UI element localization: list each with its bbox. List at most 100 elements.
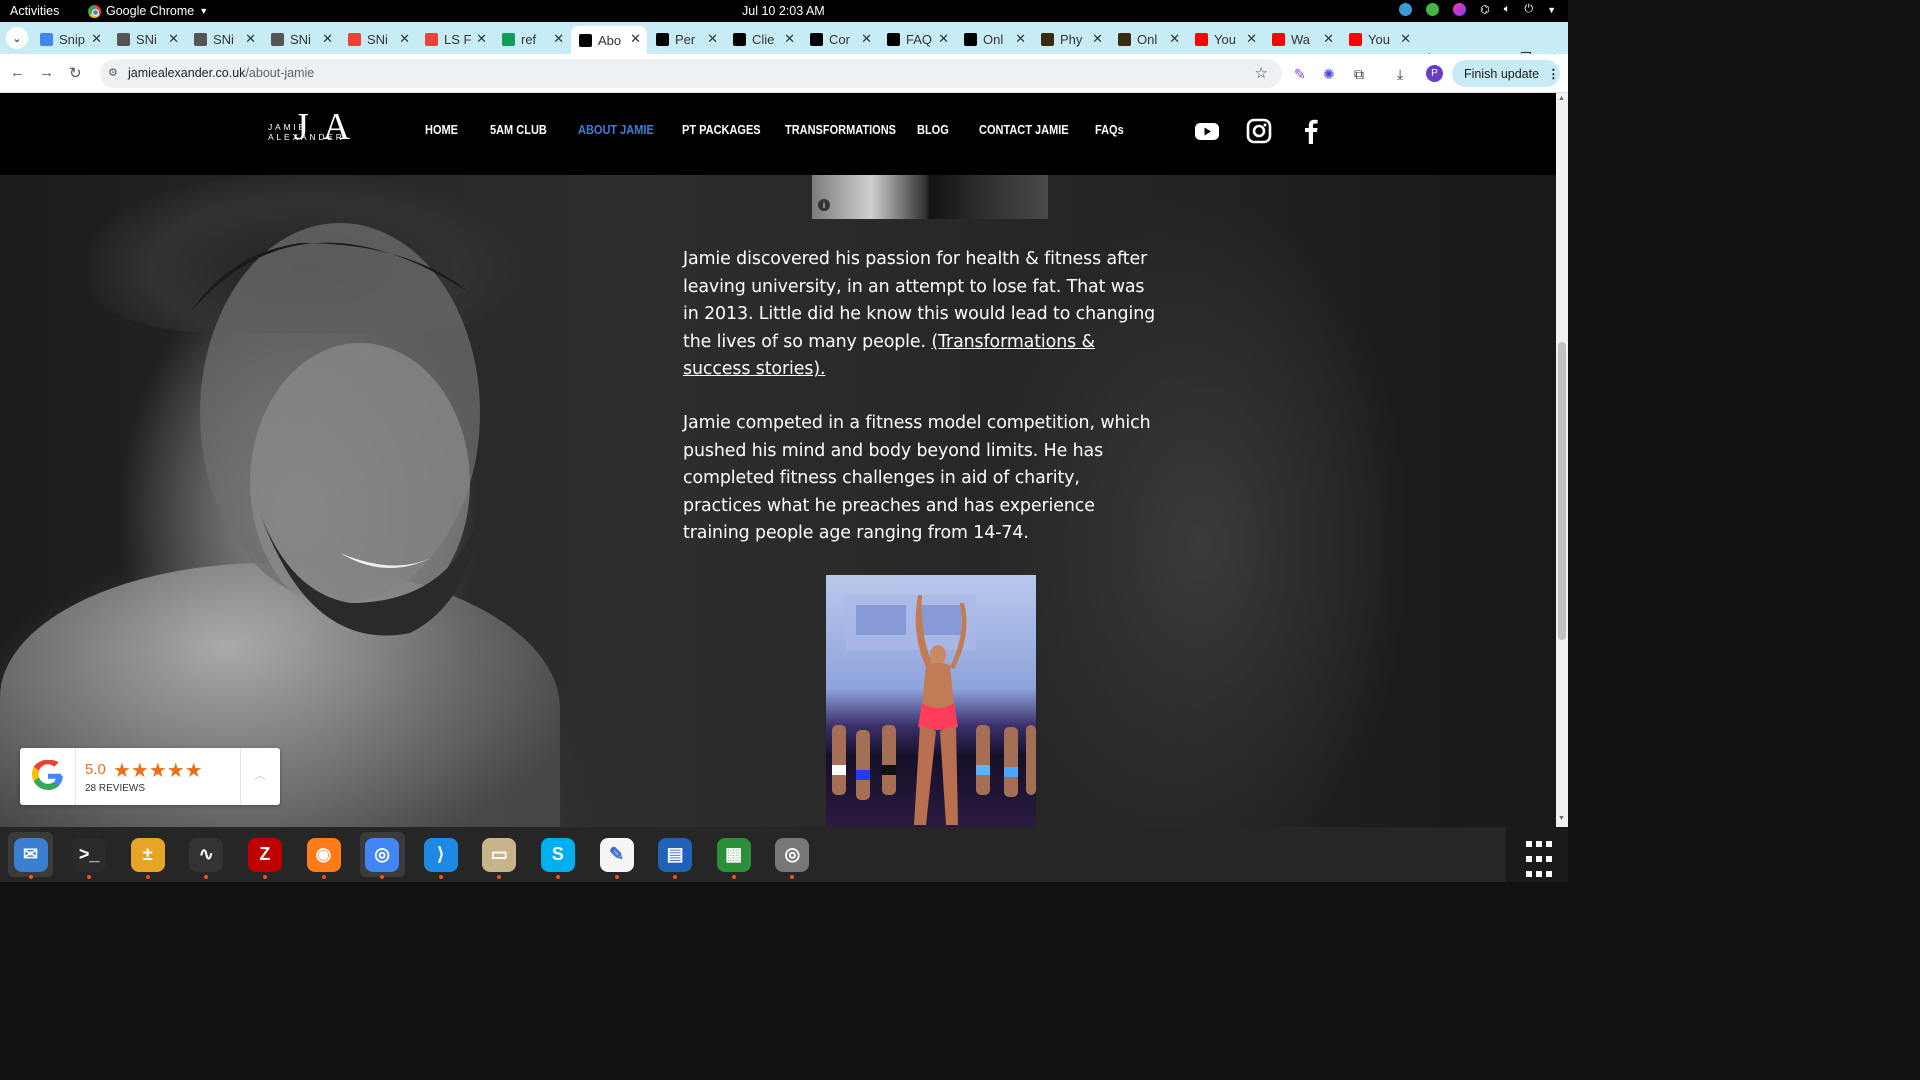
nav-item-home[interactable]: HOME [425, 123, 458, 137]
sync-icon[interactable] [1399, 3, 1413, 16]
nav-item-5am-club[interactable]: 5AM CLUB [490, 123, 547, 137]
google-reviews-widget[interactable]: 5.0 ★★★★★ 28 REVIEWS ︿ [20, 748, 280, 805]
tab[interactable]: You ✕ [1187, 26, 1263, 52]
text-editor-icon[interactable]: ✎ [594, 832, 639, 879]
tab-search-button[interactable]: ⌄ [6, 27, 28, 49]
tab-close-icon[interactable]: ✕ [91, 31, 102, 47]
finish-update-button[interactable]: Finish update ⋮ [1452, 60, 1560, 87]
facebook-icon[interactable] [1298, 118, 1324, 144]
tab-title: Snip [59, 31, 86, 47]
extensions-icon[interactable]: ⧉ [1354, 66, 1369, 82]
chrome-icon[interactable]: ◎ [359, 832, 405, 879]
site-logo[interactable]: JA JAMIE ALEXANDER [268, 105, 384, 148]
site-info-icon[interactable]: ⚙ [108, 66, 122, 80]
tab-close-icon[interactable]: ✕ [1169, 31, 1180, 47]
download-icon[interactable]: ⤓ [1397, 66, 1412, 82]
info-icon[interactable]: i [818, 199, 830, 211]
tab[interactable]: Abo ✕ [571, 26, 647, 54]
nav-item-transformations[interactable]: TRANSFORMATIONS [785, 123, 896, 137]
reload-icon[interactable]: ↻ [69, 64, 82, 82]
network-icon[interactable]: ⌬ [1480, 3, 1490, 16]
gallery-photo-top[interactable]: i [812, 175, 1048, 219]
tab[interactable]: SNi ✕ [263, 26, 339, 52]
address-bar[interactable]: ⚙ jamiealexander.co.uk/about-jamie ☆ [100, 59, 1282, 88]
system-tray[interactable]: ⌬ 🔈︎ ⏻ ▼ [1399, 3, 1556, 16]
firefox-icon[interactable]: ◉ [301, 832, 346, 879]
tab-close-icon[interactable]: ✕ [1092, 31, 1103, 47]
google-g-icon [32, 760, 63, 790]
tab-close-icon[interactable]: ✕ [861, 31, 872, 47]
tab-close-icon[interactable]: ✕ [245, 31, 256, 47]
tab[interactable]: Wa ✕ [1264, 26, 1340, 52]
disk-icon[interactable]: ◎ [770, 832, 815, 879]
activities-button[interactable]: Activities [10, 4, 59, 18]
tab-close-icon[interactable]: ✕ [1400, 31, 1411, 47]
divider [240, 748, 241, 805]
terminal-icon[interactable]: >_ [67, 832, 112, 879]
tab-close-icon[interactable]: ✕ [1015, 31, 1026, 47]
chevron-down-icon[interactable]: ▼ [1547, 5, 1556, 15]
tab-close-icon[interactable]: ✕ [399, 31, 410, 47]
files-icon[interactable]: ▭ [477, 832, 522, 879]
tab[interactable]: FAQ ✕ [879, 26, 955, 52]
url-text[interactable]: jamiealexander.co.uk/about-jamie [128, 66, 314, 80]
instagram-icon[interactable] [1246, 118, 1272, 144]
vscode-icon[interactable]: ⟩ [418, 832, 463, 879]
check-icon[interactable] [1426, 3, 1440, 16]
chevron-up-icon[interactable]: ︿ [254, 766, 266, 783]
page-scrollbar-thumb[interactable] [1558, 342, 1566, 640]
show-apps-icon[interactable] [1506, 827, 1568, 882]
tab-close-icon[interactable]: ✕ [938, 31, 949, 47]
tab-close-icon[interactable]: ✕ [553, 31, 564, 47]
tab[interactable]: SNi ✕ [109, 26, 185, 52]
app-menu[interactable]: Google Chrome ▼ [88, 4, 208, 18]
libreoffice-calc-icon[interactable]: ▦ [711, 832, 756, 879]
libreoffice-writer-icon[interactable]: ▤ [653, 832, 698, 879]
back-icon[interactable]: ← [10, 64, 25, 81]
thunderbird-icon[interactable]: ✉ [8, 832, 53, 879]
filezilla-icon[interactable]: Z [242, 832, 287, 879]
tab-close-icon[interactable]: ✕ [1323, 31, 1334, 47]
scroll-down-arrow-icon[interactable]: ▼ [1558, 815, 1565, 822]
scroll-up-arrow-icon[interactable]: ▲ [1558, 95, 1565, 102]
color-picker-icon[interactable] [1453, 3, 1467, 16]
nav-item-blog[interactable]: BLOG [917, 123, 949, 137]
competition-photo[interactable] [826, 575, 1036, 827]
tab-close-icon[interactable]: ✕ [784, 31, 795, 47]
bookmark-star-icon[interactable]: ☆ [1255, 64, 1268, 82]
nav-item-faqs[interactable]: FAQs [1095, 123, 1124, 137]
tab[interactable]: Onl ✕ [1110, 26, 1186, 52]
settings-extension-icon[interactable]: ✺ [1323, 66, 1338, 82]
nav-item-about-jamie[interactable]: ABOUT JAMIE [578, 123, 654, 137]
tab[interactable]: SNi ✕ [186, 26, 262, 52]
nav-item-pt-packages[interactable]: PT PACKAGES [682, 123, 761, 137]
running-indicator [731, 875, 736, 879]
tab[interactable]: You ✕ [1341, 26, 1417, 52]
clock[interactable]: Jul 10 2:03 AM [742, 4, 825, 18]
tab[interactable]: Per ✕ [648, 26, 724, 52]
tab-close-icon[interactable]: ✕ [1246, 31, 1257, 47]
tab[interactable]: Clie ✕ [725, 26, 801, 52]
power-icon[interactable]: ⏻ [1524, 3, 1533, 16]
tab[interactable]: SNi ✕ [340, 26, 416, 52]
tab-close-icon[interactable]: ✕ [476, 31, 487, 47]
tab-close-icon[interactable]: ✕ [630, 31, 641, 47]
profile-avatar[interactable]: P [1426, 65, 1443, 82]
tab[interactable]: ref ✕ [494, 26, 570, 52]
tab-close-icon[interactable]: ✕ [168, 31, 179, 47]
volume-icon[interactable]: 🔈︎ [1504, 3, 1511, 16]
nav-item-contact-jamie[interactable]: CONTACT JAMIE [979, 123, 1069, 137]
skype-icon[interactable]: S [535, 832, 580, 879]
system-monitor-icon[interactable]: ∿ [184, 832, 229, 879]
tab-close-icon[interactable]: ✕ [322, 31, 333, 47]
tab[interactable]: Phy ✕ [1033, 26, 1109, 52]
tab[interactable]: Onl ✕ [956, 26, 1032, 52]
tab[interactable]: LS F ✕ [417, 26, 493, 52]
calculator-icon[interactable]: ± [125, 832, 170, 879]
youtube-icon[interactable] [1194, 118, 1220, 144]
tab-close-icon[interactable]: ✕ [707, 31, 718, 47]
forward-icon[interactable]: → [39, 64, 54, 81]
tab[interactable]: Cor ✕ [802, 26, 878, 52]
pen-extension-icon[interactable]: ✎ [1294, 66, 1309, 82]
tab[interactable]: Snip ✕ [32, 26, 108, 52]
